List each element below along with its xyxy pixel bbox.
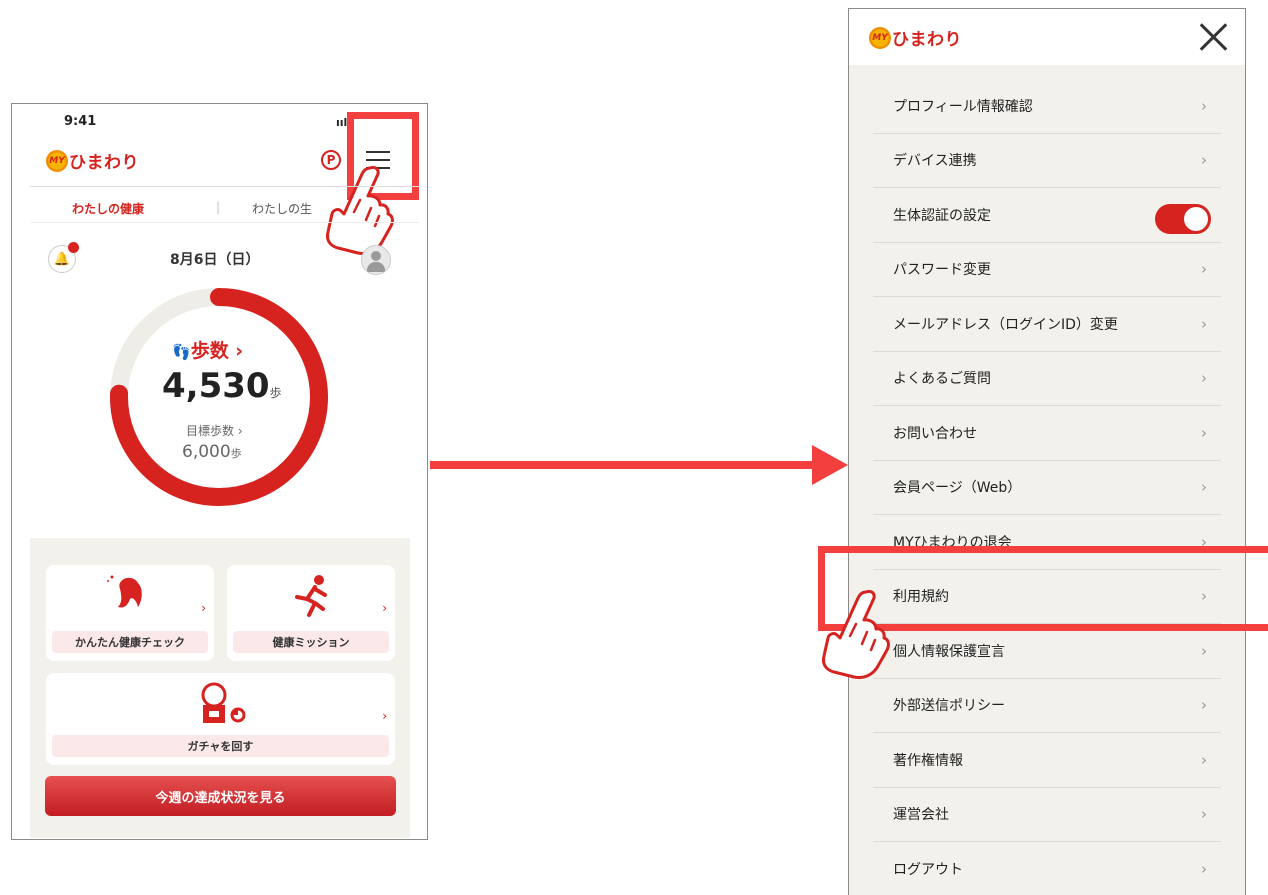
chevron-right-icon: ›: [1201, 860, 1207, 879]
steps-label-text: 歩数 ›: [190, 340, 244, 362]
logo-badge: MY: [869, 26, 891, 49]
menu-item-label: 運営会社: [893, 807, 949, 824]
card-label: かんたん健康チェック: [52, 631, 208, 653]
menu-item-password[interactable]: パスワード変更 ›: [873, 243, 1221, 297]
menu-item-member-page[interactable]: 会員ページ（Web） ›: [873, 461, 1221, 515]
status-time: 9:41: [64, 114, 97, 129]
chevron-right-icon: ›: [1201, 805, 1207, 824]
menu-screenshot: MY ひまわり プロフィール情報確認 › デバイス連携 › 生体認証の設定 パス…: [848, 8, 1246, 895]
menu-item-label: パスワード変更: [893, 262, 991, 279]
tab-separator: |: [216, 200, 221, 214]
weekly-status-button[interactable]: 今週の達成状況を見る: [45, 776, 396, 816]
menu-item-terms[interactable]: 利用規約 ›: [873, 570, 1221, 624]
menu-item-label: デバイス連携: [893, 153, 977, 170]
chevron-right-icon: ›: [1201, 260, 1207, 279]
steps-unit: 歩: [269, 386, 282, 400]
close-icon[interactable]: [1197, 20, 1231, 54]
menu-item-label: 外部送信ポリシー: [893, 698, 1005, 715]
card-chevron: ›: [382, 601, 387, 615]
menu-item-label: 会員ページ（Web）: [893, 480, 1022, 497]
chevron-right-icon: ›: [1201, 423, 1207, 442]
app-logo: MY ひまわり: [869, 25, 962, 50]
menu-item-label: プロフィール情報確認: [893, 98, 1033, 115]
menu-list: プロフィール情報確認 › デバイス連携 › 生体認証の設定 パスワード変更 › …: [849, 79, 1245, 895]
menu-item-privacy[interactable]: 個人情報保護宣言 ›: [873, 624, 1221, 679]
tabs-divider: [30, 222, 420, 223]
menu-item-label: よくあるご質問: [893, 371, 991, 388]
logo-badge: MY: [46, 149, 68, 172]
steps-number: 4,530: [162, 366, 270, 406]
card-label: 健康ミッション: [233, 631, 389, 653]
footprint-icon: 👣: [172, 343, 191, 361]
transition-arrow-head: [812, 445, 848, 485]
menu-item-profile[interactable]: プロフィール情報確認 ›: [873, 79, 1221, 134]
steps-value: 4,530歩: [162, 366, 282, 406]
health-mission-card[interactable]: › 健康ミッション: [227, 565, 395, 661]
transition-arrow-line: [430, 461, 816, 469]
menu-item-device-link[interactable]: デバイス連携 ›: [873, 134, 1221, 188]
tab-my-health[interactable]: わたしの健康: [72, 200, 144, 217]
logo-text: ひまわり: [69, 153, 139, 173]
menu-item-contact[interactable]: お問い合わせ ›: [873, 406, 1221, 461]
chevron-right-icon: ›: [1201, 369, 1207, 388]
avatar-icon[interactable]: [361, 245, 391, 275]
menu-item-withdraw[interactable]: MYひまわりの退会 ›: [873, 515, 1221, 570]
menu-item-email[interactable]: メールアドレス（ログインID）変更 ›: [873, 297, 1221, 352]
biometric-toggle[interactable]: [1155, 204, 1211, 234]
chevron-right-icon: ›: [1201, 641, 1207, 660]
woman-icon: [107, 575, 142, 608]
chevron-right-icon: ›: [1201, 696, 1207, 715]
terms-highlight-top: [818, 546, 1268, 553]
card-chevron: ›: [201, 601, 206, 615]
steps-label[interactable]: 👣歩数 ›: [172, 336, 243, 363]
card-chevron: ›: [382, 709, 387, 723]
chevron-right-icon: ›: [1201, 96, 1207, 115]
goal-steps-value: 6,000歩: [182, 442, 242, 462]
notification-badge: [68, 242, 79, 253]
date-label: 8月6日（日）: [170, 252, 260, 268]
card-label: ガチャを回す: [52, 735, 389, 757]
menu-item-label: 著作権情報: [893, 752, 963, 769]
health-check-card[interactable]: › かんたん健康チェック: [46, 565, 214, 661]
chevron-right-icon: ›: [1201, 750, 1207, 769]
menu-item-copyright[interactable]: 著作権情報 ›: [873, 733, 1221, 788]
menu-item-logout[interactable]: ログアウト ›: [873, 842, 1221, 895]
pointing-hand-icon: [822, 589, 890, 679]
menu-item-external-policy[interactable]: 外部送信ポリシー ›: [873, 679, 1221, 733]
menu-header: MY ひまわり: [849, 9, 1245, 65]
runner-icon: [295, 575, 327, 617]
goal-number: 6,000: [182, 442, 231, 462]
menu-item-label: お問い合わせ: [893, 425, 977, 442]
menu-item-faq[interactable]: よくあるご質問 ›: [873, 352, 1221, 406]
app-logo: MY ひまわり: [46, 148, 139, 173]
chevron-right-icon: ›: [1201, 151, 1207, 170]
goal-steps-label[interactable]: 目標歩数 ›: [186, 422, 243, 439]
header-divider: [30, 186, 420, 187]
logo-text: ひまわり: [892, 30, 962, 50]
phone-home-screenshot: 9:41 ııl MY ひまわり P わたしの健康 | わたしの生 🔔 8月6日…: [11, 103, 428, 840]
gacha-machine-icon: [201, 682, 246, 723]
chevron-right-icon: ›: [1201, 314, 1207, 333]
menu-item-label: ログアウト: [893, 862, 963, 879]
menu-item-label: 個人情報保護宣言: [893, 643, 1005, 660]
chevron-right-icon: ›: [1201, 587, 1207, 606]
gacha-card[interactable]: › ガチャを回す: [46, 673, 395, 765]
menu-item-label: 生体認証の設定: [893, 207, 991, 224]
signal-icon: ııl: [336, 116, 348, 129]
tab-my-life[interactable]: わたしの生: [252, 200, 312, 217]
goal-unit: 歩: [230, 447, 242, 460]
menu-item-label: 利用規約: [893, 589, 949, 606]
menu-item-label: メールアドレス（ログインID）変更: [893, 316, 1118, 333]
chevron-right-icon: ›: [1201, 478, 1207, 497]
menu-item-biometric: 生体認証の設定: [873, 188, 1221, 243]
menu-item-operator[interactable]: 運営会社 ›: [873, 788, 1221, 842]
pointing-hand-icon: [326, 165, 394, 255]
